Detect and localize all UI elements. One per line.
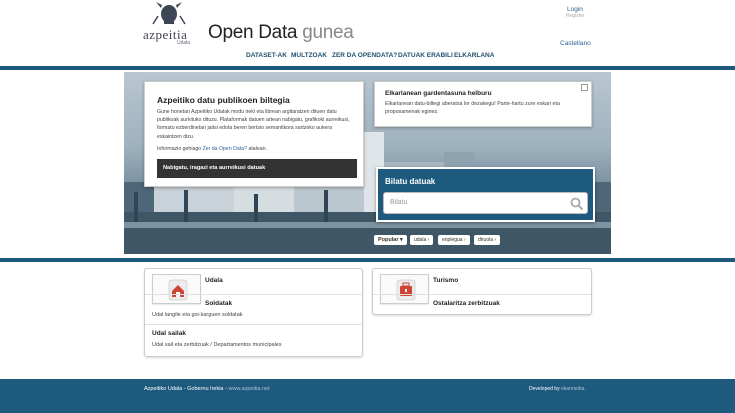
tag-label: diruola <box>478 237 494 243</box>
intro-more: Informazio gehiago Zer da Open Data? ata… <box>157 146 267 152</box>
language-switch[interactable]: Castellano <box>560 40 591 47</box>
site-title-strong: Open Data <box>208 22 298 43</box>
footer-developer: Developed by ekarmedia. <box>529 386 586 392</box>
nav-item-groups[interactable]: MULTZOAK <box>291 52 327 59</box>
card-divider <box>373 294 591 295</box>
dataset-title-ostalaritza[interactable]: Ostalaritza zerbitzuak <box>433 300 500 307</box>
group-thumbnail[interactable] <box>152 274 201 304</box>
site-title: Open Data gunea <box>208 22 354 44</box>
what-is-open-data-link[interactable]: Zer da Open Data? <box>203 146 247 152</box>
dataset-desc: Udal langile eta goi-karguen soldatak <box>152 312 243 318</box>
tag-item[interactable]: enplegua › <box>438 235 470 245</box>
site-title-light: gunea <box>302 22 354 43</box>
developed-by-label: Developed by <box>529 386 560 392</box>
header-divider <box>0 66 735 70</box>
collab-panel: Elkarlanean gardentasuna helburu Elkarla… <box>374 81 592 127</box>
search-icon[interactable] <box>570 197 584 211</box>
footer-org: Azpeitiko Udala - Gobernu Irekia - www.a… <box>144 386 270 392</box>
search-panel: Bilatu datuak Bilatu <box>376 167 595 222</box>
house-icon <box>168 279 188 301</box>
popular-tags-dropdown[interactable]: Popular ▾ <box>374 235 407 245</box>
page: azpeitia Udala Open Data gunea Login Reg… <box>0 0 735 413</box>
main-nav: DATASET-AK MULTZOAK ZER DA OPENDATA? DAT… <box>0 52 735 64</box>
dataset-title-soldatak[interactable]: Soldatak <box>205 300 232 307</box>
intro-more-prefix: Informazio gehiago <box>157 146 202 152</box>
browse-data-button[interactable]: Nabigatu, iragazi eta aurreikusi datuak <box>157 159 357 178</box>
tag-label: udala <box>414 237 427 243</box>
footer-url-link[interactable]: www.azpeitia.net <box>228 386 269 392</box>
briefcase-icon <box>396 279 416 301</box>
close-icon[interactable] <box>581 84 588 91</box>
group-title[interactable]: Udala <box>205 277 223 284</box>
nav-item-use-data[interactable]: DATUAK ERABILI <box>398 52 453 59</box>
footer: Azpeitiko Udala - Gobernu Irekia - www.a… <box>0 379 735 413</box>
group-card-udala: Udala Soldatak Udal langile eta goi-karg… <box>144 268 363 357</box>
tag-item[interactable]: udala › <box>410 235 434 245</box>
hero-divider <box>0 258 735 262</box>
intro-more-suffix: atalean. <box>248 146 267 152</box>
search-input[interactable]: Bilatu <box>383 192 588 214</box>
tag-label: enplegua <box>442 237 463 243</box>
header: azpeitia Udala Open Data gunea Login Reg… <box>0 0 735 66</box>
card-divider <box>145 324 362 325</box>
search-title: Bilatu datuak <box>385 177 436 186</box>
nav-item-datasets[interactable]: DATASET-AK <box>246 52 287 59</box>
intro-panel: Azpeitiko datu publikoen biltegia Gune h… <box>144 81 364 187</box>
group-card-turismo: Turismo Ostalaritza zerbitzuak <box>372 268 592 315</box>
group-thumbnail[interactable] <box>380 274 429 304</box>
collab-text: Elkarlanean datu-biltegi aberatsa lor de… <box>385 101 560 115</box>
tag-item[interactable]: diruola › <box>474 235 501 245</box>
footer-org-name: Azpeitiko Udala - Gobernu Irekia <box>144 386 224 392</box>
intro-description: Gune honetan Azpeitiko Udalak modu ireki… <box>157 109 350 140</box>
nav-item-what-is-opendata[interactable]: ZER DA OPENDATA? <box>332 52 397 59</box>
nav-item-collaboration[interactable]: ELKARLANA <box>454 52 494 59</box>
intro-title: Azpeitiko datu publikoen biltegia <box>157 95 290 105</box>
register-link[interactable]: Register <box>566 13 585 19</box>
login-link[interactable]: Login <box>567 6 583 13</box>
popular-label: Popular <box>378 237 399 243</box>
developer-link[interactable]: ekarmedia. <box>561 386 586 392</box>
dataset-title-udal-sailak[interactable]: Udal sailak <box>152 330 186 337</box>
logo-subtitle: Udala <box>177 40 191 46</box>
card-divider <box>145 294 362 295</box>
dataset-desc: Udal sail eta zerbitzuak / Departamentos… <box>152 342 282 348</box>
group-title[interactable]: Turismo <box>433 277 458 284</box>
collab-title: Elkarlanean gardentasuna helburu <box>385 90 492 97</box>
